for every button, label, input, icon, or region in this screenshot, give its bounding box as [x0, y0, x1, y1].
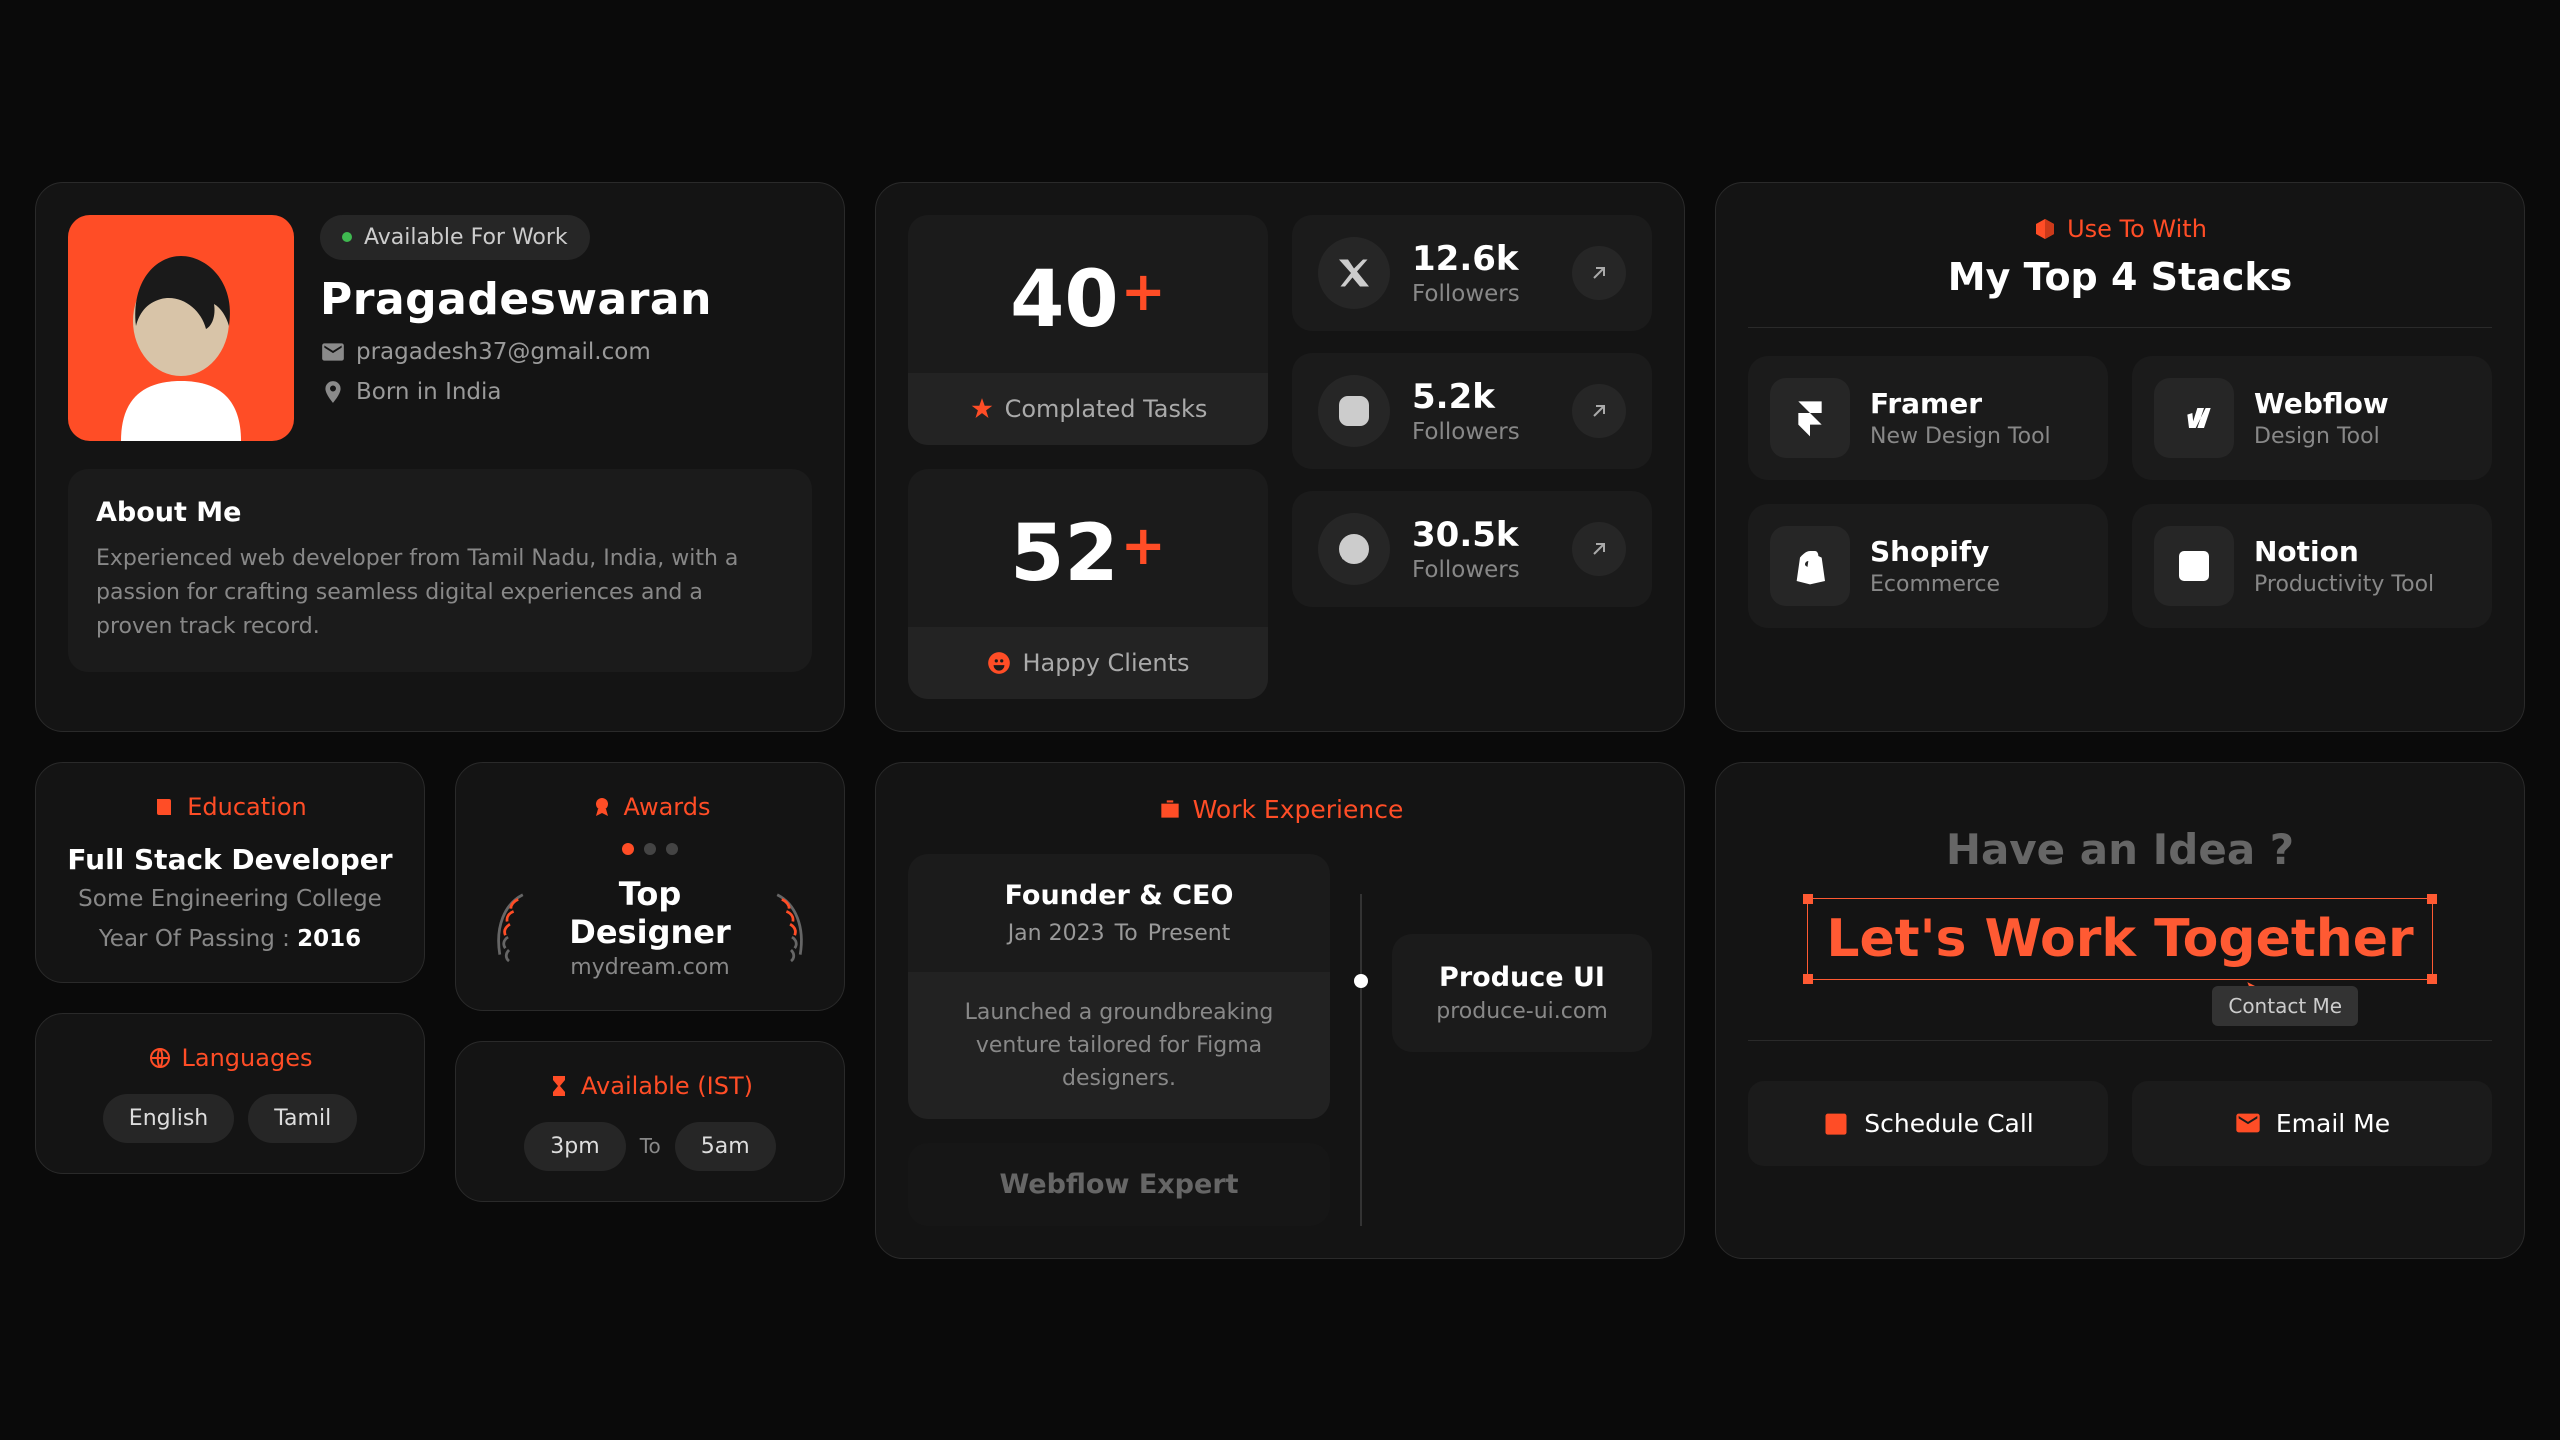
cube-icon [2033, 217, 2057, 241]
arrow-icon [1572, 522, 1626, 576]
education-card: Education Full Stack Developer Some Engi… [35, 762, 425, 983]
education-title: Full Stack Developer [66, 843, 394, 876]
instagram-icon [1318, 375, 1390, 447]
work-desc: Launched a groundbreaking venture tailor… [908, 972, 1330, 1119]
stats-card: 40+ Complated Tasks 52+ Happy Clients 12… [875, 182, 1685, 732]
company-card: Produce UI produce-ui.com [1392, 934, 1652, 1052]
work-card: Work Experience Founder & CEO Jan 2023To… [875, 762, 1685, 1259]
stack-webflow[interactable]: WebflowDesign Tool [2132, 356, 2492, 480]
globe-icon [148, 1046, 172, 1070]
clients-stat: 52+ Happy Clients [908, 469, 1268, 699]
languages-card: Languages English Tamil [35, 1013, 425, 1174]
mail-icon [2234, 1109, 2262, 1137]
about-box: About Me Experienced web developer from … [68, 469, 812, 672]
language-pill: English [103, 1094, 234, 1143]
email-icon [320, 339, 346, 365]
awards-card: Awards Top Designermydream.com [455, 762, 845, 1011]
webflow-icon [2154, 378, 2234, 458]
time-to: 5am [675, 1122, 776, 1171]
laurel-icon [768, 882, 814, 972]
language-pill: Tamil [248, 1094, 357, 1143]
notion-icon [2154, 526, 2234, 606]
availability-badge: Available For Work [320, 215, 590, 260]
social-dribbble[interactable]: 30.5kFollowers [1292, 491, 1652, 607]
contact-tooltip: Contact Me [2212, 986, 2358, 1026]
work-item-next: Webflow Expert [908, 1143, 1330, 1226]
star-icon [969, 396, 995, 422]
time-from: 3pm [524, 1122, 625, 1171]
award-sub: mydream.com [546, 955, 754, 980]
book-icon [153, 795, 177, 819]
profile-name: Pragadeswaran [320, 274, 712, 325]
medal-icon [590, 795, 614, 819]
email-me-button[interactable]: Email Me [2132, 1081, 2492, 1166]
stack-shopify[interactable]: ShopifyEcommerce [1748, 504, 2108, 628]
laurel-icon [486, 882, 532, 972]
stacks-title: My Top 4 Stacks [1748, 255, 2492, 299]
shopify-icon [1770, 526, 1850, 606]
schedule-call-button[interactable]: Schedule Call [1748, 1081, 2108, 1166]
location-row: Born in India [320, 379, 712, 405]
location-icon [320, 379, 346, 405]
award-title: Top Designer [546, 875, 754, 951]
smile-icon [986, 650, 1012, 676]
briefcase-icon [1157, 796, 1183, 822]
social-instagram[interactable]: 5.2kFollowers [1292, 353, 1652, 469]
calendar-icon [1822, 1109, 1850, 1137]
hourglass-icon [547, 1074, 571, 1098]
stack-framer[interactable]: FramerNew Design Tool [1748, 356, 2108, 480]
stack-notion[interactable]: NotionProductivity Tool [2132, 504, 2492, 628]
profile-card: Available For Work Pragadeswaran pragade… [35, 182, 845, 732]
framer-icon [1770, 378, 1850, 458]
cta-headline: Let's Work Together [1807, 898, 2432, 980]
about-body: Experienced web developer from Tamil Nad… [96, 542, 784, 644]
available-card: Available (IST) 3pm To 5am [455, 1041, 845, 1202]
social-twitter[interactable]: 12.6kFollowers [1292, 215, 1652, 331]
work-role: Founder & CEO [934, 880, 1304, 911]
education-school: Some Engineering College [66, 886, 394, 912]
twitter-icon [1318, 237, 1390, 309]
arrow-icon [1572, 246, 1626, 300]
email-row[interactable]: pragadesh37@gmail.com [320, 339, 712, 365]
dribbble-icon [1318, 513, 1390, 585]
stacks-card: Use To With My Top 4 Stacks FramerNew De… [1715, 182, 2525, 732]
timeline [1360, 894, 1362, 1226]
tasks-stat: 40+ Complated Tasks [908, 215, 1268, 445]
avatar [68, 215, 294, 441]
cta-ask: Have an Idea ? [1748, 825, 2492, 874]
cta-card: Have an Idea ? Let's Work Together Conta… [1715, 762, 2525, 1259]
arrow-icon [1572, 384, 1626, 438]
work-item: Founder & CEO Jan 2023ToPresent Launched… [908, 854, 1330, 1119]
about-title: About Me [96, 497, 784, 528]
education-year: Year Of Passing : 2016 [66, 926, 394, 952]
